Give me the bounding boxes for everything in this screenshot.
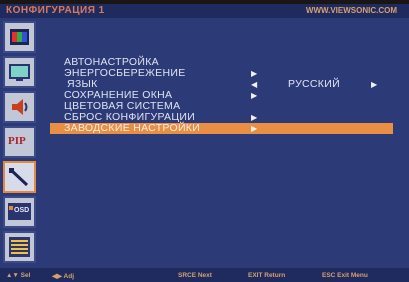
right-arrow-icon: ▶ bbox=[251, 113, 258, 122]
title-bar: КОНФИГУРАЦИЯ 1 WWW.VIEWSONIC.COM bbox=[0, 4, 409, 18]
display-panel-icon bbox=[9, 64, 30, 81]
hint-next: SRCE Next bbox=[178, 272, 212, 279]
left-arrow-icon[interactable]: ◀ bbox=[251, 79, 257, 90]
right-arrow-icon[interactable]: ▶ bbox=[371, 79, 377, 90]
menu-list-icon bbox=[9, 237, 30, 257]
menu-item-factory-reset[interactable]: ЗАВОДСКИЕ НАСТРОЙКИ ▶ bbox=[50, 123, 393, 134]
speaker-icon bbox=[12, 99, 28, 115]
pip-icon: PIP bbox=[8, 135, 26, 147]
sidebar: PIP OSD bbox=[3, 21, 36, 266]
hint-select: ▲▼ Sel bbox=[6, 272, 31, 279]
menu-panel bbox=[0, 18, 409, 268]
hint-exit: ESC Exit Menu bbox=[322, 272, 368, 279]
right-arrow-icon: ▶ bbox=[251, 69, 258, 78]
sidebar-item-osd[interactable]: OSD bbox=[3, 196, 36, 228]
window-title: КОНФИГУРАЦИЯ 1 bbox=[6, 5, 105, 16]
language-value: РУССКИЙ bbox=[288, 78, 340, 90]
setup-menu: АВТОНАСТРОЙКА ЭНЕРГОСБЕРЕЖЕНИЕ ▶ ЯЗЫК ◀ … bbox=[50, 57, 394, 134]
right-arrow-icon: ▶ bbox=[251, 91, 258, 100]
sidebar-item-setup[interactable] bbox=[3, 161, 36, 193]
hint-return: EXIT Return bbox=[248, 272, 286, 279]
sidebar-item-audio[interactable] bbox=[3, 91, 36, 123]
sidebar-item-advanced[interactable] bbox=[3, 231, 36, 263]
menu-item-label: ЗАВОДСКИЕ НАСТРОЙКИ bbox=[64, 122, 201, 134]
osd-window: КОНФИГУРАЦИЯ 1 WWW.VIEWSONIC.COM PIP OSD… bbox=[0, 0, 409, 282]
right-arrow-icon: ▶ bbox=[251, 124, 258, 133]
brand-url: WWW.VIEWSONIC.COM bbox=[305, 6, 397, 15]
osd-label: OSD bbox=[14, 207, 30, 214]
sidebar-item-picture[interactable] bbox=[3, 56, 36, 88]
sidebar-item-color[interactable] bbox=[3, 21, 36, 53]
color-bars-icon bbox=[10, 29, 29, 45]
sidebar-item-pip[interactable]: PIP bbox=[3, 126, 36, 158]
hint-bar: ▲▼ Sel ◀▶ Adj SRCE Next EXIT Return ESC … bbox=[0, 268, 409, 282]
menu-item-power-saving[interactable]: ЭНЕРГОСБЕРЕЖЕНИЕ ▶ bbox=[64, 68, 394, 79]
tools-icon bbox=[9, 168, 29, 187]
hint-adjust: ◀▶ Adj bbox=[52, 273, 75, 280]
